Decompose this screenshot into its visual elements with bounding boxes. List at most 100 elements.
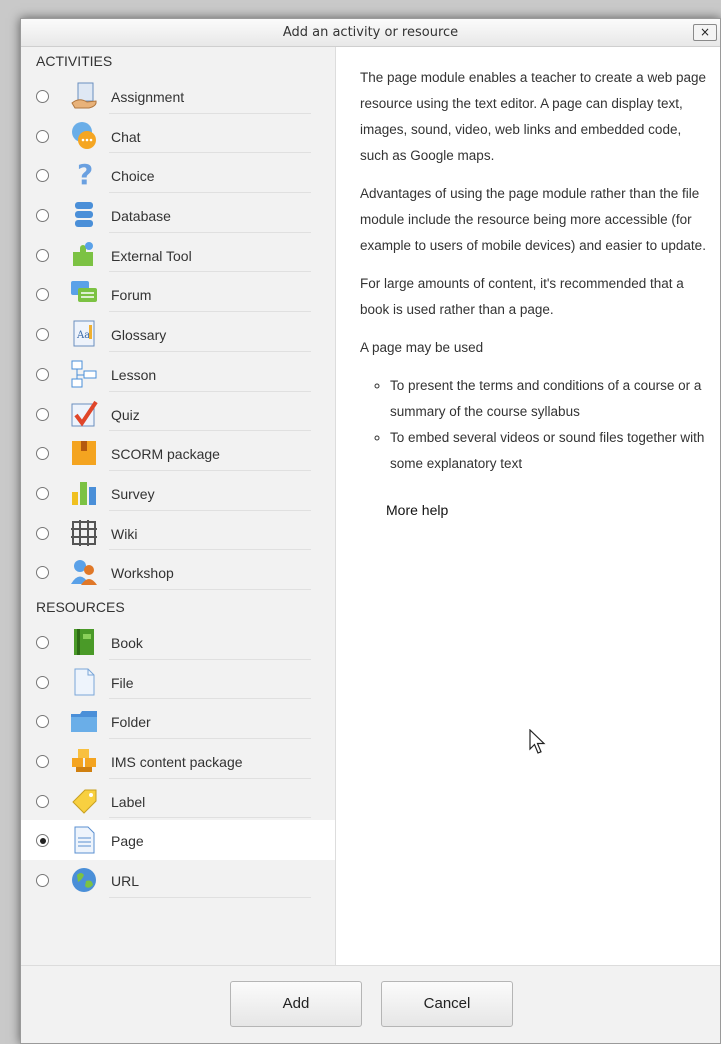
option-label: File — [111, 674, 134, 691]
row-divider — [109, 738, 311, 739]
forum-icon — [71, 281, 97, 303]
option-label: Forum — [111, 287, 152, 304]
option-assignment[interactable]: Assignment — [21, 76, 335, 116]
option-forum[interactable]: Forum — [21, 274, 335, 314]
option-label: Wiki — [111, 525, 138, 542]
row-divider — [109, 817, 311, 819]
book-icon — [74, 628, 94, 655]
option-label: Label — [111, 793, 146, 810]
option-radio[interactable] — [36, 328, 49, 342]
option-radio[interactable] — [36, 486, 49, 500]
row-divider — [109, 509, 311, 511]
option-book[interactable]: Book — [21, 622, 335, 662]
option-radio[interactable] — [36, 755, 49, 768]
resources-list: Book File Folder IMS content package Label Pa… — [21, 622, 335, 900]
option-survey[interactable]: Survey — [21, 473, 335, 513]
option-choice[interactable]: ? Choice — [21, 155, 335, 195]
option-workshop[interactable]: Workshop — [21, 552, 335, 592]
option-radio[interactable] — [36, 169, 49, 183]
option-quiz[interactable]: Quiz — [21, 394, 335, 434]
external-tool-icon — [73, 241, 93, 266]
option-label: Lesson — [111, 366, 157, 383]
option-label: Folder — [111, 714, 151, 731]
activities-heading: ACTIVITIES — [36, 53, 113, 69]
option-external-tool[interactable]: External Tool — [21, 235, 335, 275]
row-divider — [109, 390, 311, 392]
help-paragraph-1: The page module enables a teacher to cre… — [360, 70, 706, 163]
option-ims-content-package[interactable]: IMS content package — [21, 741, 335, 781]
option-radio[interactable] — [36, 90, 49, 103]
option-radio[interactable] — [36, 675, 49, 689]
option-radio[interactable] — [36, 715, 49, 729]
row-divider — [109, 271, 311, 273]
assignment-icon — [71, 82, 97, 109]
help-bullet: To present the terms and conditions of a… — [390, 373, 710, 425]
ims-package-icon — [72, 749, 96, 772]
help-paragraph-3: For large amounts of content, it's recom… — [360, 276, 684, 317]
glossary-icon: Aa — [73, 320, 95, 347]
option-glossary[interactable]: Aa Glossary — [21, 314, 335, 354]
row-divider — [109, 588, 311, 590]
option-radio[interactable] — [36, 566, 49, 580]
label-icon — [72, 789, 97, 814]
help-panel: The page module enables a teacher to cre… — [360, 65, 710, 523]
option-lesson[interactable]: Lesson — [21, 354, 335, 394]
more-help-link[interactable]: More help — [360, 497, 710, 523]
row-divider — [109, 469, 311, 471]
mouse-cursor-icon — [529, 729, 546, 754]
activities-list: Assignment Chat? Choice Database External To… — [21, 76, 335, 592]
help-paragraph-2: Advantages of using the page module rath… — [360, 186, 706, 253]
option-radio[interactable] — [36, 794, 49, 808]
option-radio[interactable] — [36, 874, 49, 888]
lesson-icon — [71, 360, 97, 388]
option-label: Book — [111, 634, 143, 651]
option-label: IMS content package — [111, 754, 243, 770]
row-divider — [109, 698, 311, 700]
help-bullet: To embed several videos or sound files t… — [390, 425, 710, 477]
option-chat[interactable]: Chat — [21, 116, 335, 156]
option-radio[interactable] — [36, 209, 49, 223]
option-label: Glossary — [111, 327, 167, 344]
cancel-button[interactable]: Cancel — [381, 981, 513, 1027]
dialog-titlebar: Add an activity or resource × — [21, 19, 720, 47]
option-radio[interactable] — [36, 407, 49, 421]
option-radio[interactable] — [36, 834, 49, 848]
option-folder[interactable]: Folder — [21, 701, 335, 741]
option-file[interactable]: File — [21, 662, 335, 702]
survey-icon — [72, 481, 96, 505]
dialog-footer: Add Cancel — [21, 965, 720, 1043]
choice-icon: ? — [77, 160, 93, 190]
resources-heading: RESOURCES — [36, 598, 125, 615]
option-page[interactable]: Page — [21, 820, 335, 861]
option-url[interactable]: URL — [21, 860, 335, 900]
folder-icon — [71, 711, 97, 733]
row-divider — [109, 112, 311, 114]
option-label: Assignment — [111, 89, 185, 105]
add-button[interactable]: Add — [230, 981, 362, 1027]
option-label: Choice — [111, 168, 155, 185]
wiki-icon — [71, 519, 97, 546]
option-wiki[interactable]: Wiki — [21, 513, 335, 553]
option-radio[interactable] — [36, 129, 49, 143]
row-divider — [109, 549, 311, 551]
option-label: Survey — [111, 485, 155, 502]
close-button[interactable]: × — [693, 24, 717, 41]
option-radio[interactable] — [36, 635, 49, 649]
option-radio[interactable] — [36, 367, 49, 381]
option-label[interactable]: Label — [21, 781, 335, 821]
row-divider — [109, 192, 311, 194]
row-divider — [109, 231, 311, 233]
scorm-icon — [72, 441, 96, 466]
option-radio[interactable] — [36, 526, 49, 540]
option-radio[interactable] — [36, 248, 49, 262]
option-radio[interactable] — [36, 288, 49, 302]
option-database[interactable]: Database — [21, 195, 335, 235]
option-scorm-package[interactable]: SCORM package — [21, 433, 335, 473]
svg-text:Aa: Aa — [76, 330, 90, 341]
add-activity-dialog: Add an activity or resource × ACTIVITIES… — [20, 18, 721, 1044]
option-radio[interactable] — [36, 447, 49, 461]
row-divider — [109, 658, 311, 660]
row-divider — [109, 777, 311, 779]
chat-icon — [72, 121, 96, 149]
database-icon — [75, 202, 93, 228]
